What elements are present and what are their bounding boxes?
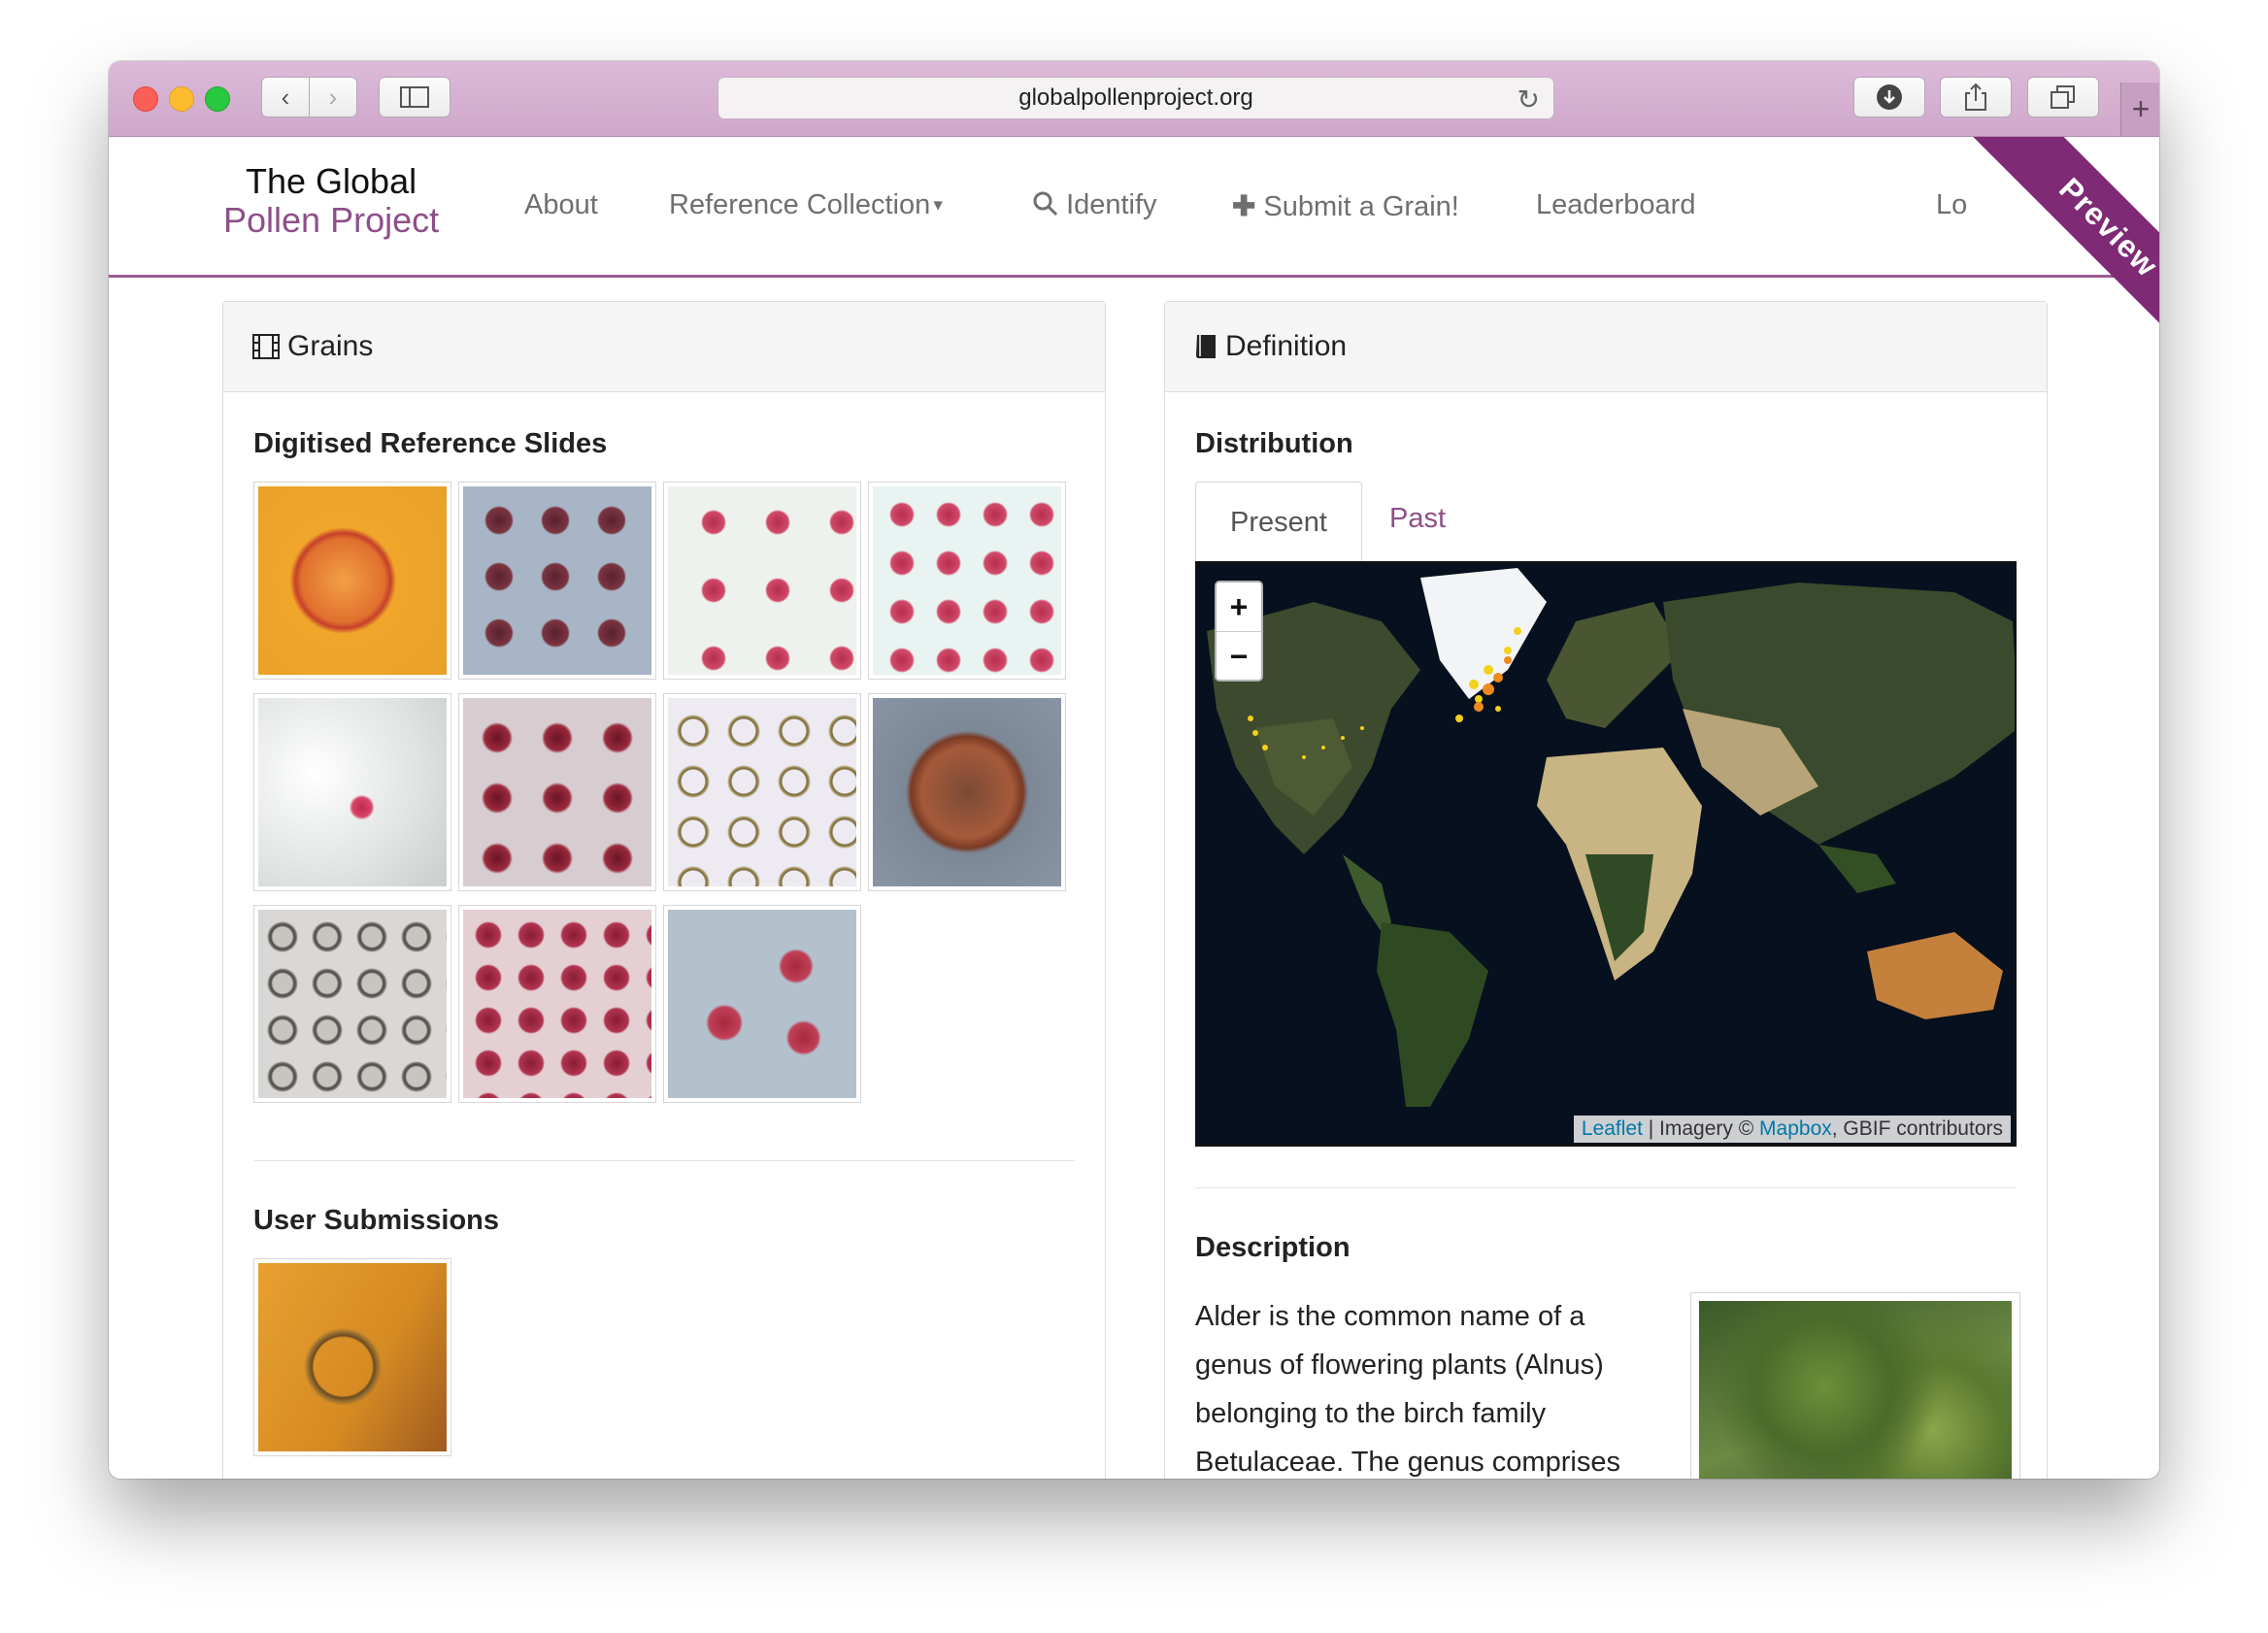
download-icon: [1877, 84, 1902, 110]
world-map-imagery: [1207, 568, 2015, 1107]
nav-about[interactable]: About: [524, 189, 598, 221]
nav-leaderboard[interactable]: Leaderboard: [1536, 189, 1695, 221]
pollen-image: [258, 698, 447, 886]
chevron-right-icon: ›: [328, 82, 338, 112]
nav-reference-collection-label: Reference Collection: [669, 189, 931, 220]
address-bar[interactable]: globalpollenproject.org ↻: [717, 77, 1554, 119]
reference-slide-thumbnail[interactable]: [458, 482, 656, 680]
grains-panel-title: Grains: [287, 330, 374, 362]
contributors-text: , GBIF contributors: [1831, 1117, 2003, 1140]
plant-photo[interactable]: [1690, 1292, 2020, 1479]
digitised-slides-heading: Digitised Reference Slides: [253, 428, 608, 459]
minimize-window-button[interactable]: [169, 86, 194, 112]
zoom-out-button[interactable]: −: [1217, 632, 1261, 681]
pollen-image: [668, 698, 856, 886]
brand-line1: The Global: [246, 161, 417, 201]
back-button[interactable]: ‹: [261, 77, 310, 117]
nav-identify-label: Identify: [1066, 189, 1157, 220]
new-tab-button[interactable]: +: [2120, 83, 2159, 136]
tabs-icon: [2051, 85, 2075, 109]
reference-slide-thumbnail[interactable]: [253, 693, 451, 891]
description-heading: Description: [1195, 1232, 1351, 1263]
tab-present[interactable]: Present: [1195, 482, 1362, 562]
pollen-image: [463, 910, 651, 1098]
site-brand[interactable]: The Global Pollen Project: [223, 162, 439, 240]
user-submission-thumbnail[interactable]: [253, 1258, 451, 1456]
url-text: globalpollenproject.org: [1018, 84, 1253, 111]
reload-icon[interactable]: ↻: [1518, 83, 1540, 116]
caret-down-icon: ▼: [930, 197, 947, 215]
pollen-image: [258, 910, 447, 1098]
nav-identify[interactable]: Identify: [1033, 189, 1157, 221]
grains-panel-header: Grains: [223, 302, 1105, 392]
distribution-heading: Distribution: [1195, 428, 1353, 459]
nav-submit-label: Submit a Grain!: [1263, 191, 1459, 222]
zoom-window-button[interactable]: [205, 86, 230, 112]
search-icon: [1033, 191, 1058, 217]
forward-button[interactable]: ›: [309, 77, 357, 117]
definition-panel-title: Definition: [1225, 330, 1348, 362]
section-divider: [253, 1160, 1075, 1161]
pollen-image: [668, 486, 856, 675]
nav-reference-collection[interactable]: Reference Collection▼: [669, 189, 946, 221]
pollen-image: [258, 1263, 447, 1451]
description-text: Alder is the common name of a genus of f…: [1195, 1301, 1620, 1478]
browser-titlebar: ‹ › globalpollenproject.org ↻ +: [109, 61, 2159, 137]
pollen-image: [873, 486, 1061, 675]
leaflet-link[interactable]: Leaflet: [1582, 1117, 1643, 1140]
reference-slide-thumbnail[interactable]: [868, 482, 1066, 680]
reference-slide-thumbnail[interactable]: [458, 693, 656, 891]
nav-submit[interactable]: ✚ Submit a Grain!: [1232, 189, 1459, 223]
imagery-text: | Imagery ©: [1642, 1117, 1760, 1140]
map-attribution: Leaflet | Imagery © Mapbox, GBIF contrib…: [1573, 1116, 2011, 1143]
sidebar-icon: [400, 86, 429, 108]
brand-line2: Pollen Project: [223, 200, 440, 240]
plant-image: [1699, 1301, 2012, 1479]
pollen-image: [463, 698, 651, 886]
map-zoom-control: + −: [1215, 581, 1263, 682]
reference-slide-thumbnail[interactable]: [868, 693, 1066, 891]
definition-panel: Definition Distribution Present Past + −…: [1164, 301, 2048, 1479]
reference-slide-thumbnail[interactable]: [458, 905, 656, 1103]
section-divider: [1195, 1187, 2017, 1188]
distribution-map[interactable]: + − Leaflet | Imagery © Mapbox, GBIF con…: [1195, 561, 2017, 1147]
reference-slide-thumbnail[interactable]: [253, 482, 451, 680]
sidebar-toggle-button[interactable]: [379, 77, 450, 117]
pollen-image: [668, 910, 856, 1098]
mapbox-link[interactable]: Mapbox: [1759, 1117, 1832, 1140]
plus-icon: ✚: [1232, 191, 1256, 222]
pollen-image: [463, 486, 651, 675]
film-icon: [252, 334, 280, 359]
browser-window: ‹ › globalpollenproject.org ↻ + The Glob…: [109, 61, 2159, 1479]
tabs-overview-button[interactable]: [2027, 77, 2099, 117]
pollen-image: [258, 486, 447, 675]
reference-slide-thumbnail[interactable]: [663, 905, 861, 1103]
zoom-in-button[interactable]: +: [1217, 583, 1261, 632]
user-submissions-heading: User Submissions: [253, 1205, 500, 1236]
pollen-image: [873, 698, 1061, 886]
plus-icon: +: [2131, 91, 2151, 126]
close-window-button[interactable]: [133, 86, 158, 112]
book-icon: [1196, 335, 1216, 358]
site-navbar: The Global Pollen Project About Referenc…: [109, 137, 2159, 278]
definition-panel-header: Definition: [1165, 302, 2047, 392]
share-button[interactable]: [1940, 77, 2012, 117]
chevron-left-icon: ‹: [281, 82, 290, 112]
reference-slide-thumbnail[interactable]: [663, 482, 861, 680]
grains-panel: Grains Digitised Reference Slides User S…: [222, 301, 1106, 1479]
reference-slide-thumbnail[interactable]: [253, 905, 451, 1103]
tab-past[interactable]: Past: [1389, 503, 1446, 535]
share-icon: [1965, 83, 1986, 111]
reference-slide-thumbnail[interactable]: [663, 693, 861, 891]
downloads-button[interactable]: [1853, 77, 1925, 117]
